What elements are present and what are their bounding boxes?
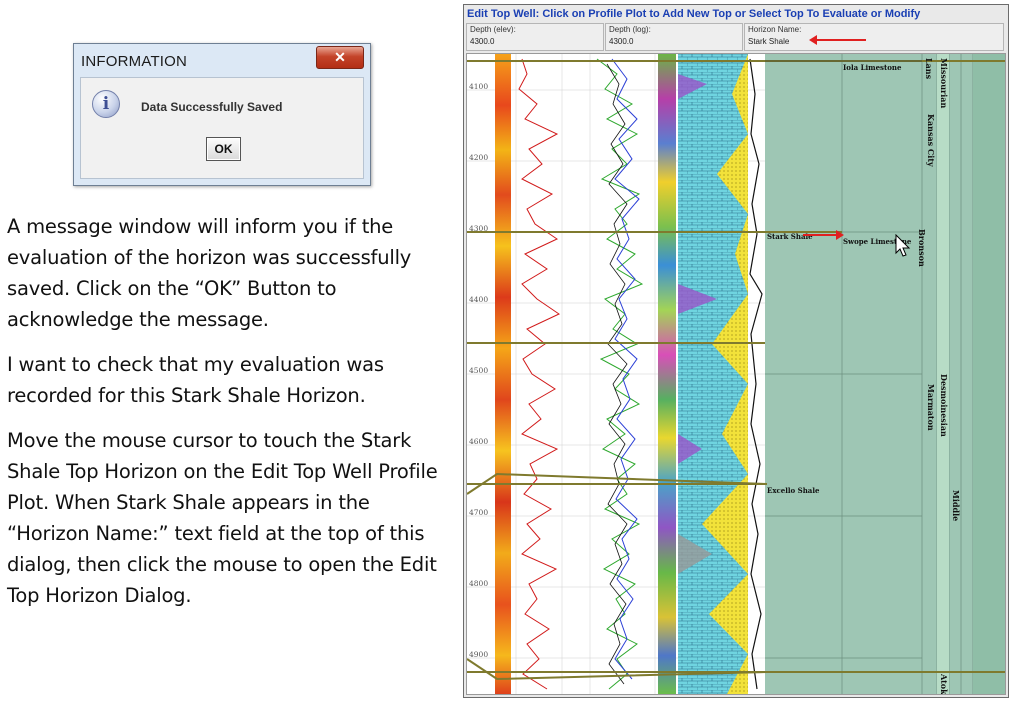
depth-elev-field[interactable]: Depth (elev): 4300.0 bbox=[466, 23, 604, 51]
information-dialog: INFORMATION ✕ i Data Successfully Saved … bbox=[73, 43, 371, 186]
depth-label-4300: 4300 bbox=[469, 224, 489, 233]
unit-kansas-city: Kansas City bbox=[926, 114, 936, 167]
top-excello-shale[interactable]: Excello Shale bbox=[767, 486, 819, 495]
horizon-name-arrow bbox=[809, 35, 866, 45]
depth-label-4900: 4900 bbox=[469, 650, 489, 659]
unit-bronson: Bronson bbox=[917, 229, 927, 267]
unit-marmaton: Marmaton bbox=[926, 384, 936, 431]
edit-top-well-panel: Edit Top Well: Click on Profile Plot to … bbox=[463, 4, 1009, 698]
depth-log-field[interactable]: Depth (log): 4300.0 bbox=[605, 23, 743, 51]
depth-elev-value: 4300.0 bbox=[470, 37, 495, 46]
instruction-paragraph-1: A message window will inform you if the … bbox=[7, 215, 412, 331]
profile-plot-graphic bbox=[467, 54, 1005, 694]
profile-plot[interactable]: 4100 4200 4300 4400 4500 4600 4700 4800 … bbox=[466, 53, 1006, 695]
depth-label-4200: 4200 bbox=[469, 153, 489, 162]
unit-atoka: Atoka bbox=[939, 674, 949, 695]
unit-desmoinesian: Desmoinesian bbox=[939, 374, 949, 437]
depth-label-4100: 4100 bbox=[469, 82, 489, 91]
top-iola-limestone[interactable]: Iola Limestone bbox=[843, 63, 901, 72]
depth-label-4800: 4800 bbox=[469, 579, 489, 588]
dialog-title: INFORMATION bbox=[81, 53, 188, 70]
depth-elev-label: Depth (elev): bbox=[470, 25, 516, 34]
info-icon: i bbox=[92, 90, 120, 118]
dialog-body: i Data Successfully Saved OK bbox=[80, 77, 364, 179]
instruction-paragraph-2: I want to check that my evaluation was r… bbox=[7, 353, 384, 407]
depth-log-label: Depth (log): bbox=[609, 25, 651, 34]
close-button[interactable]: ✕ bbox=[316, 46, 364, 69]
depth-label-4500: 4500 bbox=[469, 366, 489, 375]
depth-label-4400: 4400 bbox=[469, 295, 489, 304]
unit-lansing: Lans bbox=[924, 58, 934, 80]
depth-label-4600: 4600 bbox=[469, 437, 489, 446]
ok-button[interactable]: OK bbox=[206, 137, 241, 161]
depth-log-value: 4300.0 bbox=[609, 37, 634, 46]
instructions-text: A message window will inform you if the … bbox=[7, 211, 452, 625]
stark-shale-arrow bbox=[803, 230, 844, 240]
unit-missourian: Missourian bbox=[939, 58, 949, 109]
mouse-cursor-icon bbox=[895, 234, 911, 257]
unit-middle: Middle bbox=[951, 490, 961, 522]
horizon-name-label: Horizon Name: bbox=[748, 25, 802, 34]
dialog-message: Data Successfully Saved bbox=[141, 100, 283, 114]
panel-title: Edit Top Well: Click on Profile Plot to … bbox=[467, 8, 921, 20]
horizon-name-value: Stark Shale bbox=[748, 37, 790, 46]
horizon-name-field[interactable]: Horizon Name: Stark Shale bbox=[744, 23, 1004, 51]
instruction-paragraph-3: Move the mouse cursor to touch the Stark… bbox=[7, 429, 438, 607]
depth-label-4700: 4700 bbox=[469, 508, 489, 517]
